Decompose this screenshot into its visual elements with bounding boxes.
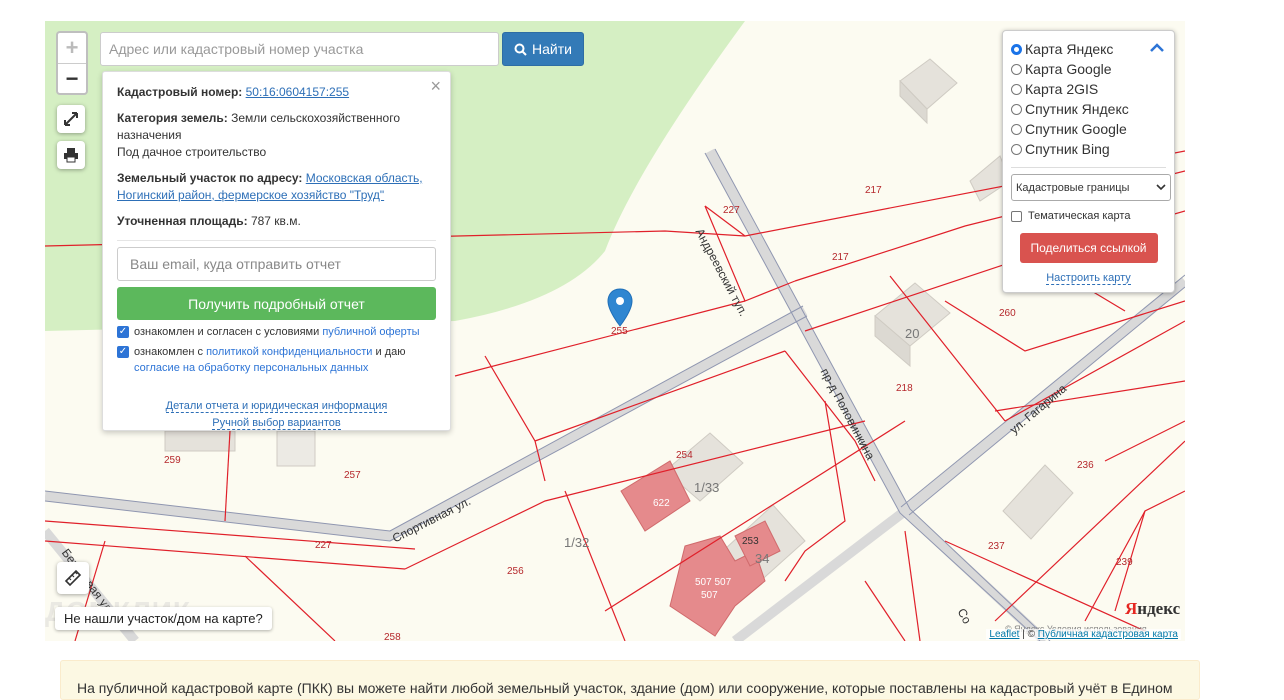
location-marker-icon xyxy=(607,288,633,327)
divider xyxy=(1011,167,1166,168)
chevron-up-icon[interactable] xyxy=(1150,43,1164,53)
map-attribution: Leaflet | © Публичная кадастровая карта xyxy=(986,629,1181,640)
zoom-in-button[interactable]: + xyxy=(58,33,86,64)
search-button-label: Найти xyxy=(532,41,572,57)
search-button[interactable]: Найти xyxy=(502,32,584,66)
cadastral-label: Кадастровый номер: xyxy=(117,85,243,99)
layer-label: Спутник Google xyxy=(1025,121,1127,137)
ruler-button[interactable] xyxy=(57,562,89,594)
area-row: Уточненная площадь: 787 кв.м. xyxy=(117,213,436,230)
details-link[interactable]: Детали отчета и юридическая информация xyxy=(165,400,388,413)
consent-offer-text: ознакомлен и согласен с условиями публич… xyxy=(134,324,420,340)
layer-label: Карта 2GIS xyxy=(1025,81,1099,97)
address-label: Земельный участок по адресу: xyxy=(117,171,303,185)
consent-text: ознакомлен и согласен с условиями xyxy=(134,326,320,338)
use-value: Под дачное строительство xyxy=(117,145,267,159)
layer-option[interactable]: Карта 2GIS xyxy=(1011,79,1166,99)
close-icon[interactable]: × xyxy=(430,76,441,97)
popup-links: Детали отчета и юридическая информация Р… xyxy=(117,398,436,432)
layer-option[interactable]: Спутник Google xyxy=(1011,119,1166,139)
address-row: Земельный участок по адресу: Московская … xyxy=(117,170,436,204)
logo-text: ндекс xyxy=(1137,599,1181,618)
layers-panel: Карта Яндекс Карта Google Карта 2GIS Спу… xyxy=(1002,30,1175,293)
radio-button[interactable] xyxy=(1011,63,1022,75)
radio-button[interactable] xyxy=(1011,103,1022,115)
get-report-button[interactable]: Получить подробный отчет xyxy=(117,287,436,320)
consent-privacy: ✓ ознакомлен с политикой конфиденциально… xyxy=(117,344,436,376)
area-label: Уточненная площадь: xyxy=(117,214,248,228)
thematic-label: Тематическая карта xyxy=(1028,210,1131,222)
pkk-link[interactable]: Публичная кадастровая карта xyxy=(1038,629,1178,640)
layer-option[interactable]: Спутник Bing xyxy=(1011,139,1166,159)
radio-button[interactable] xyxy=(1011,123,1022,135)
privacy-link[interactable]: политикой конфиденциальности xyxy=(206,346,372,358)
offer-link[interactable]: публичной оферты xyxy=(322,326,419,338)
radio-button[interactable] xyxy=(1011,143,1022,155)
attribution-separator: | © xyxy=(1019,629,1038,640)
search-icon xyxy=(514,43,527,56)
print-icon xyxy=(64,148,78,163)
not-found-button[interactable]: Не нашли участок/дом на карте? xyxy=(55,607,272,630)
ruler-icon xyxy=(64,569,82,587)
thematic-checkbox[interactable] xyxy=(1011,210,1022,222)
fullscreen-button[interactable] xyxy=(57,105,85,133)
thematic-map-option[interactable]: Тематическая карта xyxy=(1011,210,1166,222)
area-value: 787 кв.м. xyxy=(250,214,301,228)
radio-button[interactable] xyxy=(1011,83,1022,95)
layer-label: Карта Google xyxy=(1025,61,1112,77)
share-link-button[interactable]: Поделиться ссылкой xyxy=(1019,233,1158,263)
divider xyxy=(117,240,436,241)
configure-map: Настроить карту xyxy=(1011,272,1166,285)
info-notice: На публичной кадастровой карте (ПКК) вы … xyxy=(60,660,1200,700)
search-input[interactable]: Адрес или кадастровый номер участка xyxy=(100,32,499,66)
layer-option[interactable]: Спутник Яндекс xyxy=(1011,99,1166,119)
map-canvas[interactable]: 217 227 217 20 260 255 218 254 1/33 622 … xyxy=(45,21,1185,641)
yandex-logo: Яндекс xyxy=(1125,599,1180,619)
consent-privacy-text: ознакомлен с политикой конфиденциальност… xyxy=(134,344,436,376)
layer-option[interactable]: Карта Яндекс xyxy=(1011,39,1166,59)
cadastral-number-link[interactable]: 50:16:0604157:255 xyxy=(246,85,349,99)
manual-select-link[interactable]: Ручной выбор вариантов xyxy=(212,417,341,430)
zoom-out-button[interactable]: − xyxy=(58,64,86,93)
category-row: Категория земель: Земли сельскохозяйстве… xyxy=(117,110,436,161)
logo-letter: Я xyxy=(1125,599,1138,618)
layer-label: Карта Яндекс xyxy=(1025,41,1114,57)
leaflet-link[interactable]: Leaflet xyxy=(989,629,1019,640)
consent-offer-checkbox[interactable]: ✓ xyxy=(117,326,129,338)
layer-option[interactable]: Карта Google xyxy=(1011,59,1166,79)
print-button[interactable] xyxy=(57,141,85,169)
category-label: Категория земель: xyxy=(117,111,228,125)
consent-text: и даю xyxy=(375,346,406,358)
consent-privacy-checkbox[interactable]: ✓ xyxy=(117,346,129,358)
overlay-select[interactable]: Кадастровые границы xyxy=(1011,174,1171,201)
overlay-select-value: Кадастровые границы xyxy=(1016,181,1130,194)
layer-label: Спутник Bing xyxy=(1025,141,1110,157)
radio-button[interactable] xyxy=(1011,43,1022,55)
zoom-control: + − xyxy=(56,31,88,95)
cadastral-row: Кадастровый номер: 50:16:0604157:255 xyxy=(117,84,436,101)
configure-map-link[interactable]: Настроить карту xyxy=(1046,272,1131,285)
email-field[interactable]: Ваш email, куда отправить отчет xyxy=(117,247,436,281)
data-consent-link[interactable]: согласие на обработку персональных данны… xyxy=(134,362,368,374)
consent-offer: ✓ ознакомлен и согласен с условиями публ… xyxy=(117,324,436,340)
chevron-down-icon xyxy=(1156,184,1166,191)
parcel-info-popup: × Кадастровый номер: 50:16:0604157:255 К… xyxy=(102,71,451,431)
layer-label: Спутник Яндекс xyxy=(1025,101,1129,117)
fullscreen-icon xyxy=(64,112,78,126)
consent-text: ознакомлен с xyxy=(134,346,204,358)
